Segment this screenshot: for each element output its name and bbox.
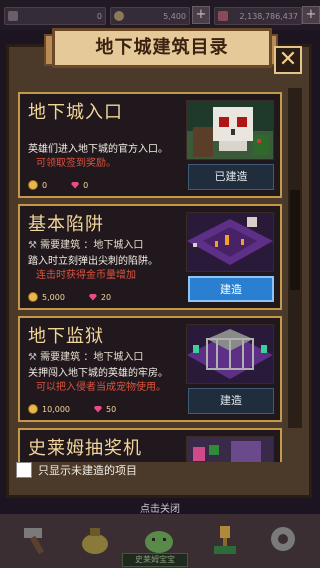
- add-coin-button[interactable]: +: [192, 6, 210, 24]
- price-gems: 50: [106, 404, 117, 414]
- slime-icon[interactable]: [142, 522, 176, 556]
- building-price: 5,000 20: [28, 292, 111, 302]
- requirement-value: ：地下城入口: [83, 240, 144, 251]
- scrollbar-thumb[interactable]: [290, 190, 300, 290]
- gear-icon[interactable]: [266, 522, 300, 556]
- coin-icon: [28, 180, 38, 190]
- building-price: 0 0: [28, 180, 88, 190]
- filter-checkbox[interactable]: [16, 462, 32, 478]
- building-card-dungeon-prison[interactable]: 地下监狱 ⚒ 需要建筑 ：地下城入口 关押闯入地下城的英雄的牢房。 可以把入侵者…: [18, 316, 282, 422]
- building-thumbnail-trap: [186, 212, 274, 272]
- slime-pet-label[interactable]: 史莱姆宝宝: [122, 553, 188, 567]
- building-desc: 踏入时立刻弹出尖刺的陷阱。: [28, 256, 158, 267]
- built-button[interactable]: 已建造: [188, 164, 274, 190]
- resource-value-1: 0: [96, 11, 102, 21]
- coin-counter: 5,400: [110, 7, 190, 25]
- requirement-value: ：地下城入口: [83, 352, 144, 363]
- building-desc: 关押闯入地下城的英雄的牢房。: [28, 368, 168, 379]
- building-note: 可以把入侵者当成宠物使用。: [36, 382, 166, 393]
- hammer-icon: ⚒: [28, 240, 37, 251]
- coin-icon: [114, 11, 124, 21]
- price-coins: 5,000: [42, 292, 65, 302]
- price-gems: 20: [100, 292, 112, 302]
- building-price: 10,000 50: [28, 404, 116, 414]
- resource-counter-1: 0: [4, 7, 106, 25]
- building-name: 地下城入口: [28, 102, 123, 123]
- bag-icon[interactable]: [78, 522, 112, 556]
- building-card-slime-lottery[interactable]: 史莱姆抽奖机: [18, 428, 282, 462]
- close-icon: ✕: [278, 47, 298, 72]
- panel-title: 地下城建筑目录: [52, 28, 272, 68]
- build-button[interactable]: 建造: [188, 388, 274, 414]
- resource-icon: [8, 11, 18, 21]
- gem-icon: [218, 11, 228, 21]
- coin-value: 5,400: [163, 11, 186, 21]
- building-card-basic-trap[interactable]: 基本陷阱 ⚒ 需要建筑 ：地下城入口 踏入时立刻弹出尖刺的陷阱。 连击时获得金币…: [18, 204, 282, 310]
- filter-label: 只显示未建造的项目: [38, 464, 137, 477]
- building-note: 连击时获得金币量增加: [36, 270, 136, 281]
- add-gem-button[interactable]: +: [302, 6, 320, 24]
- building-thumbnail-slime: [186, 436, 274, 462]
- building-card-entrance[interactable]: 地下城入口 英雄们进入地下城的官方入口。 可领取签到奖励。 0 0 已建造: [18, 92, 282, 198]
- gem-icon: [88, 293, 97, 301]
- building-name: 地下监狱: [28, 326, 104, 347]
- requirement-label: 需要建筑: [40, 352, 81, 363]
- building-thumbnail-skull: [186, 100, 274, 160]
- building-requirement: ⚒ 需要建筑 ：地下城入口: [28, 348, 143, 363]
- requirement-label: 需要建筑: [40, 240, 81, 251]
- hammer-icon: ⚒: [28, 352, 37, 363]
- price-coins: 0: [42, 180, 48, 190]
- filter-unbuilt[interactable]: 只显示未建造的项目: [16, 462, 137, 478]
- building-name: 基本陷阱: [28, 214, 104, 235]
- gem-counter: 2,138,786,437: [214, 7, 302, 25]
- building-name: 史莱姆抽奖机: [28, 438, 142, 459]
- top-resource-bar: 0 5,400 + 2,138,786,437 +: [0, 0, 320, 30]
- price-gems: 0: [83, 180, 89, 190]
- building-note: 可领取签到奖励。: [36, 158, 116, 169]
- gem-icon: [94, 405, 102, 413]
- click-close-hint[interactable]: 点击关闭: [0, 500, 320, 515]
- building-desc: 英雄们进入地下城的官方入口。: [28, 144, 168, 155]
- build-button[interactable]: 建造: [188, 276, 274, 302]
- coin-icon: [28, 404, 38, 414]
- price-coins: 10,000: [42, 404, 70, 414]
- building-thumbnail-prison: [186, 324, 274, 384]
- coin-icon: [28, 292, 38, 302]
- building-requirement: ⚒ 需要建筑 ：地下城入口: [28, 236, 143, 251]
- trophy-icon[interactable]: [208, 522, 242, 556]
- gem-value: 2,138,786,437: [239, 11, 298, 21]
- hammer-icon[interactable]: [20, 522, 54, 556]
- gem-icon: [71, 181, 80, 189]
- close-button[interactable]: ✕: [274, 46, 302, 74]
